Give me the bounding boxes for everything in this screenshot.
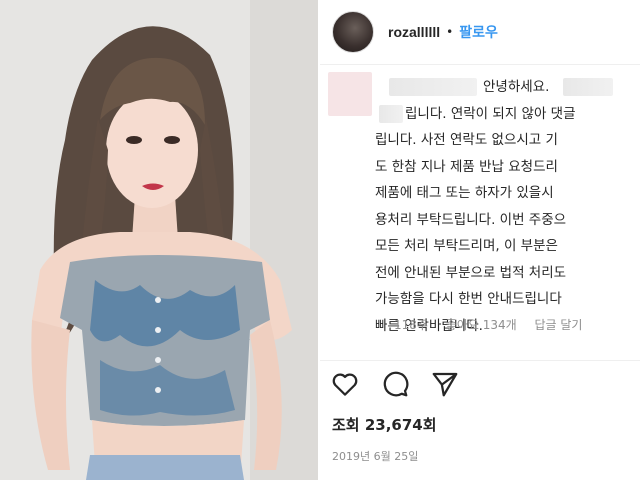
comment-text: 안녕하세요. 립니다. 연락이 되지 않아 댓글 립니다. 사전 연락도 없으시… [375, 74, 640, 339]
redacted-name [389, 78, 477, 96]
comment-icon[interactable] [380, 369, 410, 399]
comment-line: 가능함을 다시 한번 안내드립니다 [375, 291, 562, 307]
share-icon[interactable] [430, 369, 460, 399]
redacted-text [379, 104, 403, 123]
comment-line: 도 한참 지나 제품 반납 요청드리 [375, 158, 558, 175]
comment-likes[interactable]: 좋아요 134개 [446, 318, 517, 332]
comment-meta: 118주 좋아요 134개 답글 달기 [394, 316, 596, 333]
post-actions [320, 360, 640, 405]
comment-line: 용처리 부탁드립니다. 이번 주중으 [375, 211, 567, 228]
commenter-avatar[interactable] [328, 72, 372, 116]
follow-button[interactable]: 팔로우 [459, 22, 498, 42]
redacted-text [563, 78, 614, 96]
username[interactable]: rozallllll [388, 24, 440, 40]
comment-line: 제품에 태그 또는 하자가 있을시 [375, 185, 554, 201]
heart-icon[interactable] [330, 369, 360, 399]
post-date[interactable]: 2019년 6월 25일 [332, 448, 418, 464]
comment-line: 안녕하세요. [375, 74, 640, 101]
post-header: rozallllll • 팔로우 [320, 0, 640, 65]
user-avatar[interactable] [332, 11, 374, 53]
comment-time[interactable]: 118주 [394, 318, 428, 332]
reply-button[interactable]: 답글 달기 [535, 318, 583, 332]
comment-line: 립니다. 사전 연락도 없으시고 기 [375, 132, 558, 148]
header-separator: • [446, 25, 454, 39]
comment-line: 모든 처리 부탁드리며, 이 부분은 [375, 238, 558, 254]
comment-line: 전에 안내된 부분으로 법적 처리도 [375, 264, 567, 281]
instagram-post-panel: rozallllll • 팔로우 안녕하세요. 립니다. 연락이 되지 않아 댓… [320, 0, 640, 480]
view-count: 조회 23,674회 [332, 416, 437, 434]
profile-photo [0, 0, 318, 480]
comment-line: 립니다. 연락이 되지 않아 댓글 [375, 101, 640, 128]
photo-illustration [0, 0, 318, 480]
